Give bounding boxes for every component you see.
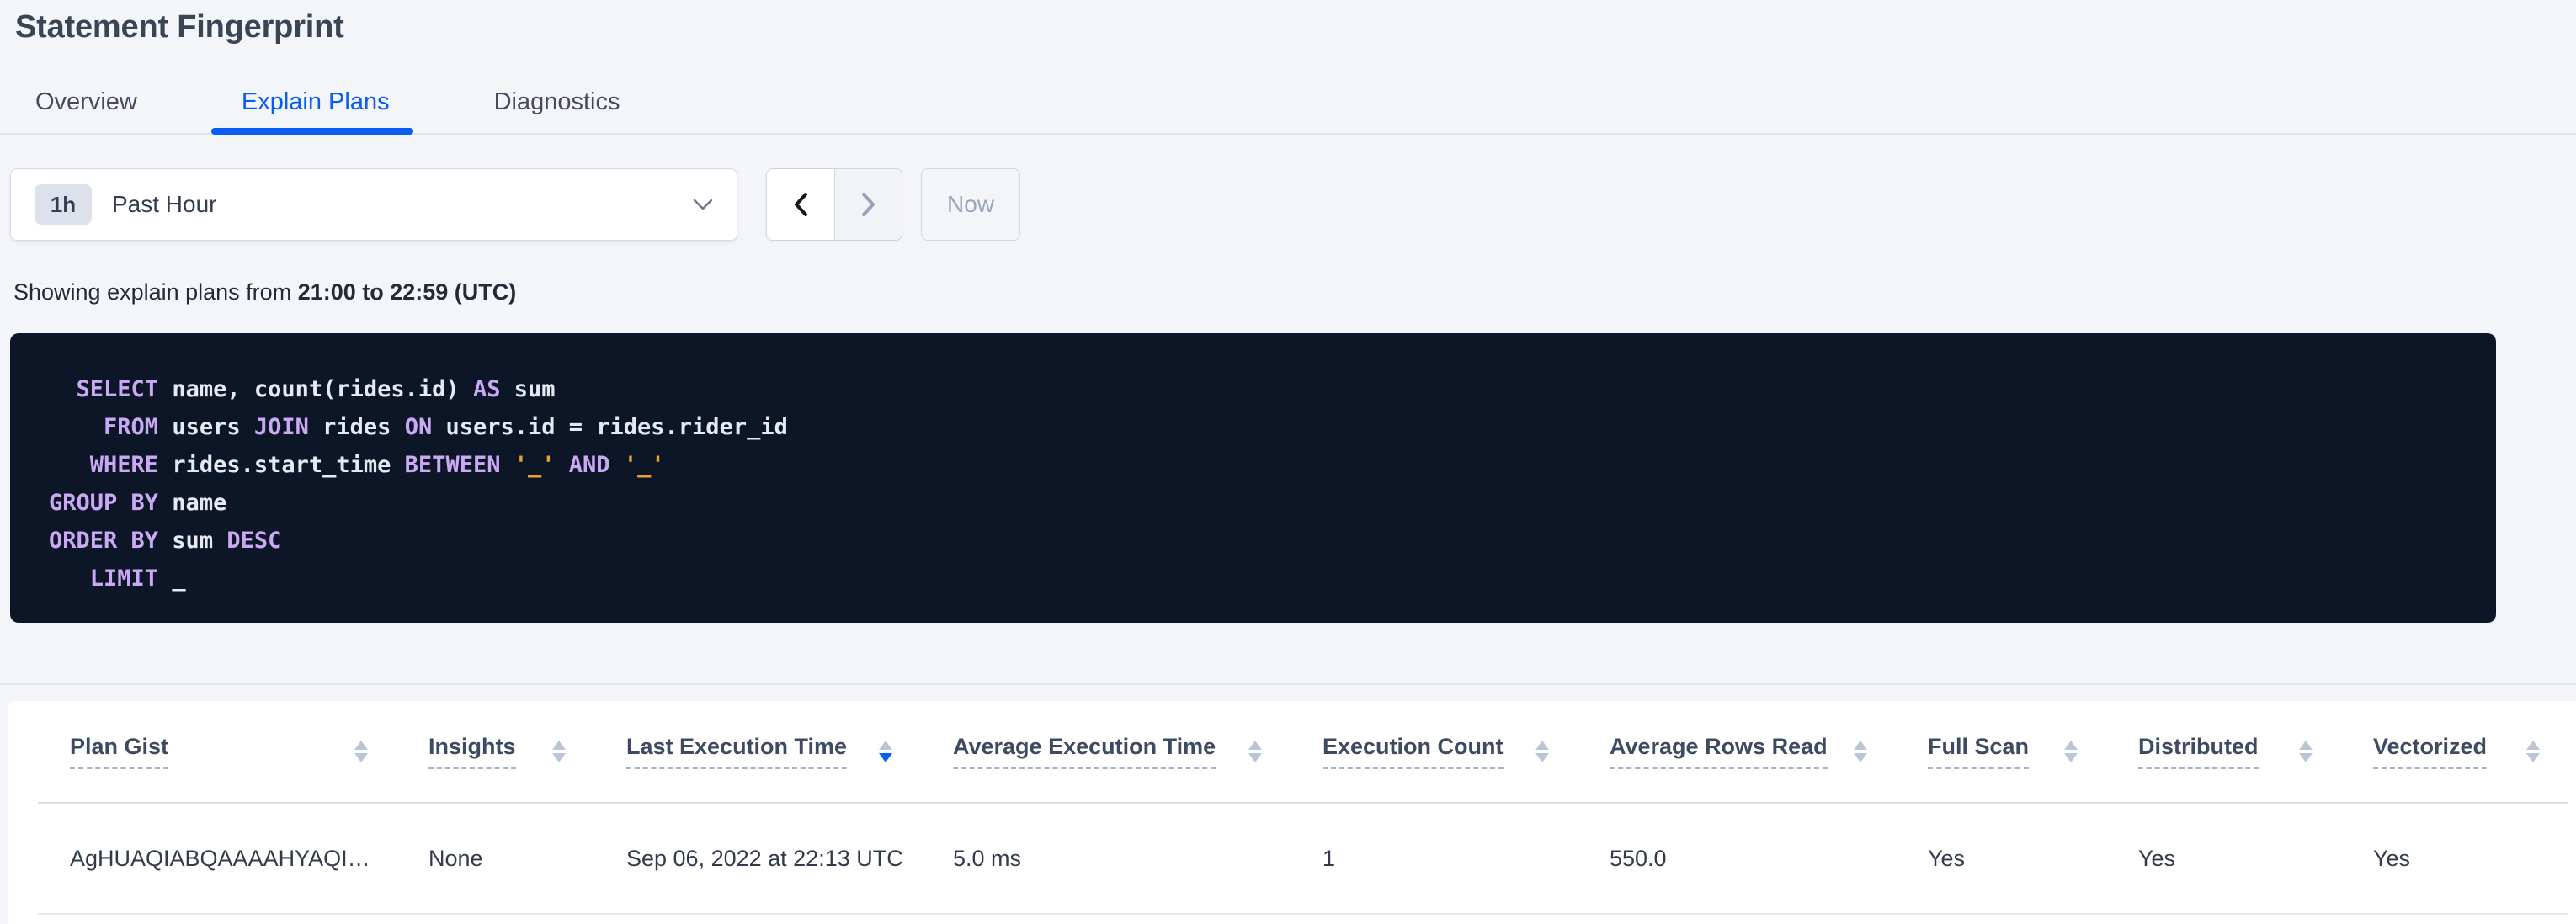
cell-last-execution-time: Sep 06, 2022 at 22:13 UTC [594, 803, 921, 914]
sort-desc-icon [2064, 753, 2078, 762]
sort-asc-icon [2299, 741, 2313, 750]
sort-icon[interactable] [2526, 741, 2540, 762]
cell-average-execution-time: 5.0 ms [921, 803, 1291, 914]
sort-icon[interactable] [2064, 741, 2078, 762]
sort-desc-icon [354, 753, 368, 762]
now-button[interactable]: Now [921, 168, 1020, 241]
sort-icon[interactable] [1248, 741, 1262, 762]
sort-desc-icon [2299, 753, 2313, 762]
column-label: Vectorized [2373, 734, 2487, 769]
cell-full-scan: Yes [1896, 803, 2106, 914]
sort-asc-icon [1854, 741, 1867, 750]
sort-desc-icon [2526, 753, 2540, 762]
sql-statement-box: SELECT name, count(rides.id) AS sum FROM… [10, 333, 2496, 623]
time-range-caption: Showing explain plans from 21:00 to 22:5… [13, 279, 516, 305]
table-body: AgHUAQIABQAAAAHYAQIAiA...NoneSep 06, 202… [38, 803, 2568, 914]
column-label: Average Rows Read [1610, 734, 1828, 769]
sort-desc-icon [1854, 753, 1867, 762]
cell-average-rows-read: 550.0 [1578, 803, 1896, 914]
sort-desc-icon [1248, 753, 1262, 762]
sort-desc-icon [1535, 753, 1549, 762]
sort-asc-icon [879, 741, 892, 750]
cell-vectorized: Yes [2341, 803, 2568, 914]
column-label: Average Execution Time [953, 734, 1216, 769]
sort-desc-icon [879, 753, 892, 762]
sort-asc-icon [354, 741, 368, 750]
column-label: Insights [428, 734, 516, 769]
time-controls: 1h Past Hour Now [10, 168, 1020, 241]
sql-code: SELECT name, count(rides.id) AS sum FROM… [49, 370, 2462, 597]
sort-asc-icon [1248, 741, 1262, 750]
sort-icon[interactable] [1854, 741, 1867, 762]
sort-icon[interactable] [1535, 741, 1549, 762]
time-range-dropdown[interactable]: 1h Past Hour [10, 168, 737, 241]
sort-icon[interactable] [552, 741, 566, 762]
sort-asc-icon [552, 741, 566, 750]
time-range-label: Past Hour [112, 191, 693, 218]
column-label: Plan Gist [70, 734, 168, 769]
sort-icon[interactable] [354, 741, 368, 762]
chevron-down-icon [693, 199, 713, 211]
sort-asc-icon [1535, 741, 1549, 750]
column-header-vectorized[interactable]: Vectorized [2341, 701, 2568, 803]
sql-line: LIMIT _ [49, 560, 2462, 597]
time-step-buttons [766, 168, 902, 241]
chevron-left-icon [793, 192, 808, 217]
tab-bar: Overview Explain Plans Diagnostics [0, 88, 2576, 135]
column-header-last-execution-time[interactable]: Last Execution Time [594, 701, 921, 803]
column-label: Distributed [2138, 734, 2259, 769]
explain-plans-table-card: Plan Gist Insights Last Execution Time Aver… [8, 701, 2576, 924]
statement-fingerprint-page: Statement Fingerprint Overview Explain Pl… [0, 0, 2576, 924]
column-header-average-execution-time[interactable]: Average Execution Time [921, 701, 1291, 803]
column-header-plan-gist[interactable]: Plan Gist [38, 701, 397, 803]
explain-plans-table: Plan Gist Insights Last Execution Time Aver… [38, 701, 2568, 915]
cell-insights: None [397, 803, 594, 914]
sort-asc-icon [2064, 741, 2078, 750]
tab-explain-plans[interactable]: Explain Plans [242, 88, 390, 133]
chevron-right-icon [861, 192, 876, 217]
column-header-insights[interactable]: Insights [397, 701, 594, 803]
column-header-execution-count[interactable]: Execution Count [1291, 701, 1578, 803]
column-header-full-scan[interactable]: Full Scan [1896, 701, 2106, 803]
sort-icon[interactable] [2299, 741, 2313, 762]
time-range-badge: 1h [35, 184, 92, 225]
cell-plan-gist[interactable]: AgHUAQIABQAAAAHYAQIAiA... [38, 803, 397, 914]
sql-line: SELECT name, count(rides.id) AS sum [49, 370, 2462, 408]
column-header-distributed[interactable]: Distributed [2106, 701, 2341, 803]
sort-asc-icon [2526, 741, 2540, 750]
cell-execution-count: 1 [1291, 803, 1578, 914]
column-label: Full Scan [1928, 734, 2029, 769]
sort-icon[interactable] [879, 741, 892, 762]
caption-prefix: Showing explain plans from [13, 279, 298, 305]
cell-distributed: Yes [2106, 803, 2341, 914]
sql-line: GROUP BY name [49, 484, 2462, 522]
section-divider [0, 683, 2576, 685]
sort-desc-icon [552, 753, 566, 762]
column-label: Execution Count [1323, 734, 1504, 769]
table-row: AgHUAQIABQAAAAHYAQIAiA...NoneSep 06, 202… [38, 803, 2568, 914]
next-time-button[interactable] [834, 169, 902, 240]
table-header-row: Plan Gist Insights Last Execution Time Aver… [38, 701, 2568, 803]
sql-line: FROM users JOIN rides ON users.id = ride… [49, 408, 2462, 446]
column-header-average-rows-read[interactable]: Average Rows Read [1578, 701, 1896, 803]
previous-time-button[interactable] [767, 169, 834, 240]
caption-range: 21:00 to 22:59 (UTC) [298, 279, 517, 305]
tab-diagnostics[interactable]: Diagnostics [494, 88, 620, 133]
sql-line: ORDER BY sum DESC [49, 522, 2462, 560]
sql-line: WHERE rides.start_time BETWEEN '_' AND '… [49, 446, 2462, 484]
tab-overview[interactable]: Overview [35, 88, 137, 133]
page-title: Statement Fingerprint [15, 8, 344, 45]
column-label: Last Execution Time [626, 734, 847, 769]
